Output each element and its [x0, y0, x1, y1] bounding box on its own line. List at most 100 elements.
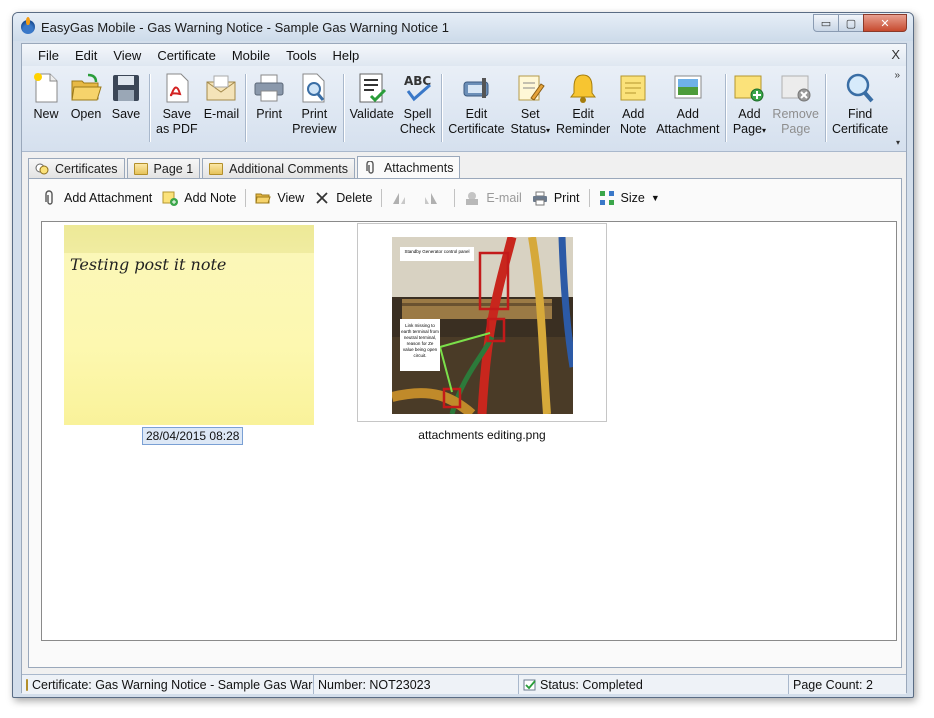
rotate-right-button[interactable] — [418, 190, 450, 206]
menu-tools[interactable]: Tools — [278, 48, 324, 63]
note-text: Testing post it note — [70, 255, 227, 274]
tab-page-1[interactable]: Page 1 — [126, 158, 201, 178]
close-button[interactable]: ✕ — [863, 14, 907, 32]
toolbar-separator — [245, 189, 247, 207]
attachments-panel: Add Attachment Add Note View Delete E-ma… — [28, 178, 902, 668]
image-attachment[interactable]: Standby Generator control panel Link mis… — [357, 223, 607, 422]
add-attachment-button[interactable]: Add Attachment — [37, 190, 157, 206]
open-label: Open — [70, 107, 102, 121]
menu-help[interactable]: Help — [325, 48, 368, 63]
size-dropdown[interactable]: Size ▼ — [594, 190, 665, 206]
note-attachment[interactable]: Testing post it note — [64, 225, 314, 425]
tab-bar: Certificates Page 1 Additional Comments … — [22, 154, 906, 179]
toolbar-separator — [381, 189, 383, 207]
add-attachment-label-1: Add — [676, 107, 699, 121]
minimize-icon: ▭ — [820, 17, 832, 30]
menu-file[interactable]: File — [30, 48, 67, 63]
attachments-toolbar: Add Attachment Add Note View Delete E-ma… — [29, 179, 901, 217]
add-attachment-label: Add Attachment — [64, 191, 153, 205]
app-window: EasyGas Mobile - Gas Warning Notice - Sa… — [12, 12, 914, 698]
status-certificate-text: Certificate: Gas Warning Notice - Sample… — [32, 677, 314, 692]
add-attachment-label-2: Attachment — [656, 122, 720, 136]
remove-page-button[interactable]: Remove Page — [769, 72, 822, 137]
open-folder-icon — [70, 72, 102, 104]
email-button[interactable]: E-mail — [201, 72, 242, 122]
add-page-dropdown-icon: ▾ — [762, 126, 767, 135]
rotate-right-icon — [423, 190, 439, 206]
add-note-button[interactable]: Add Note — [613, 72, 653, 137]
new-document-icon — [30, 72, 62, 104]
view-button[interactable]: View — [250, 190, 309, 206]
note-caption[interactable]: 28/04/2015 08:28 — [142, 427, 244, 445]
picture-icon — [672, 72, 704, 104]
ribbon-expand-icon[interactable]: » — [894, 70, 900, 81]
validate-button[interactable]: Validate — [347, 72, 397, 122]
new-button[interactable]: New — [26, 72, 66, 122]
edit-certificate-button[interactable]: Edit Certificate — [445, 72, 507, 137]
image-caption[interactable]: attachments editing.png — [357, 428, 607, 442]
folder-icon — [26, 678, 28, 691]
status-page-count-text: Page Count: 2 — [793, 677, 873, 692]
checklist-icon — [356, 72, 388, 104]
ribbon-separator — [342, 74, 344, 142]
ribbon-separator — [441, 74, 443, 142]
open-button[interactable]: Open — [66, 72, 106, 122]
mdi-close-button[interactable]: X — [891, 47, 900, 62]
maximize-button[interactable]: ▢ — [838, 14, 864, 32]
tab-attachments[interactable]: Attachments — [356, 156, 461, 179]
title-bar[interactable]: EasyGas Mobile - Gas Warning Notice - Sa… — [13, 13, 913, 41]
print-preview-button[interactable]: Print Preview — [289, 72, 339, 137]
print-label: Print — [256, 107, 282, 121]
size-label: Size — [620, 191, 645, 205]
note-header-band — [64, 225, 314, 253]
save-as-pdf-button[interactable]: Save as PDF — [153, 72, 201, 137]
menu-edit[interactable]: Edit — [67, 48, 105, 63]
find-certificate-button[interactable]: Find Certificate — [829, 72, 891, 137]
menu-mobile[interactable]: Mobile — [224, 48, 278, 63]
photo-label-mid: Link missing to earth terminal from neut… — [401, 323, 439, 358]
tab-additional-comments[interactable]: Additional Comments — [202, 158, 355, 178]
print-attachment-button[interactable]: Print — [527, 190, 585, 206]
magnifier-icon — [844, 72, 876, 104]
paperclip-icon — [42, 190, 58, 206]
spell-check-button[interactable]: ABC Spell Check — [397, 72, 438, 137]
minimize-button[interactable]: ▭ — [813, 14, 839, 32]
tab-attachments-label: Attachments — [383, 161, 454, 175]
set-status-dropdown-icon: ▾ — [545, 126, 550, 135]
toolbar-separator — [588, 189, 590, 207]
photo-label-top: Standby Generator control panel — [404, 249, 470, 254]
ribbon-separator — [824, 74, 826, 142]
set-status-label-1: Set — [520, 107, 540, 121]
save-button[interactable]: Save — [106, 72, 146, 122]
remove-page-icon — [780, 72, 812, 104]
printer-icon — [253, 72, 285, 104]
menu-view[interactable]: View — [105, 48, 149, 63]
chevron-down-icon: ▼ — [650, 193, 660, 203]
remove-page-label-1: Remove — [772, 107, 819, 121]
edit-certificate-label-1: Edit — [465, 107, 488, 121]
attachment-thumbnail: Standby Generator control panel Link mis… — [392, 237, 573, 414]
add-page-label-1: Add — [738, 107, 761, 121]
status-number-text: Number: NOT23023 — [318, 677, 431, 692]
ribbon-overflow-icon[interactable]: ▾ — [896, 138, 900, 147]
edit-reminder-button[interactable]: Edit Reminder — [553, 72, 613, 137]
attachments-view[interactable]: Testing post it note 28/04/2015 08:28 St… — [41, 221, 897, 641]
email-attachment-button[interactable]: E-mail — [459, 190, 526, 206]
validate-label: Validate — [349, 107, 394, 121]
printer-icon — [532, 190, 548, 206]
delete-button[interactable]: Delete — [309, 190, 377, 206]
tab-certificates[interactable]: Certificates — [28, 158, 125, 178]
save-disk-icon — [110, 72, 142, 104]
save-label: Save — [111, 107, 141, 121]
add-attachment-ribbon-button[interactable]: Add Attachment — [653, 72, 722, 137]
add-note-toolbar-button[interactable]: Add Note — [157, 190, 241, 206]
set-status-button[interactable]: Set Status▾ — [508, 72, 553, 138]
add-page-icon — [733, 72, 765, 104]
menu-certificate[interactable]: Certificate — [149, 48, 224, 63]
thumbnail-size-icon — [599, 190, 615, 206]
print-button[interactable]: Print — [249, 72, 289, 122]
rotate-left-button[interactable] — [386, 190, 418, 206]
email-label: E-mail — [203, 107, 240, 121]
window-controls: ▭ ▢ ✕ — [813, 14, 907, 32]
add-page-button[interactable]: Add Page▾ — [729, 72, 769, 138]
